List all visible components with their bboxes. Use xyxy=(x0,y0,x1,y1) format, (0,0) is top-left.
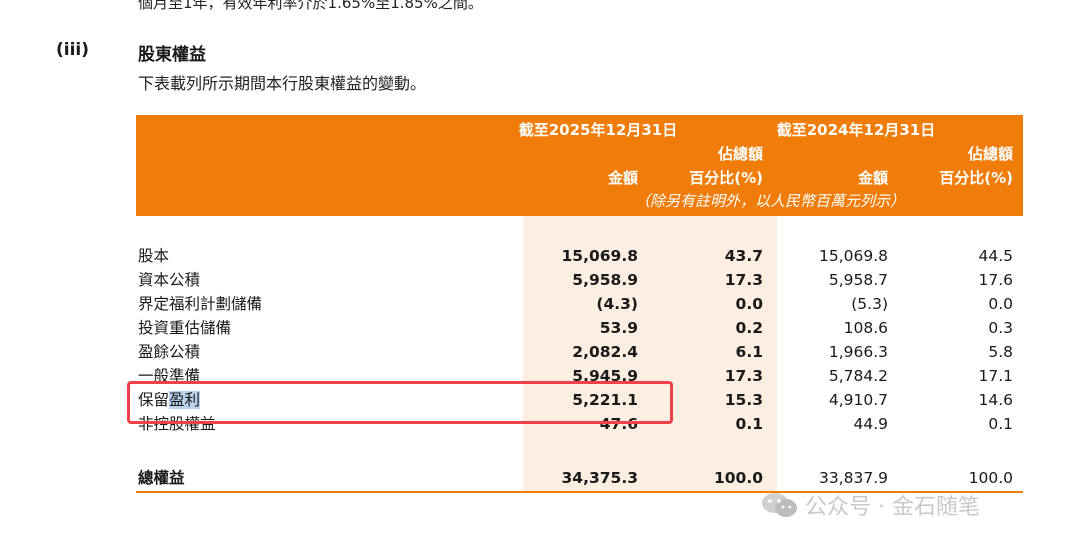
amount-2024: 44.9 xyxy=(853,415,888,433)
header-pct-2024-line2: 百分比(%) xyxy=(939,169,1013,187)
total-pct-2025: 100.0 xyxy=(713,469,763,487)
section-number: (iii) xyxy=(56,40,90,60)
pct-2025: 15.3 xyxy=(724,391,763,409)
table-header: 截至2025年12月31日 截至2024年12月31日 佔總額 佔總額 金額 百… xyxy=(136,115,1023,216)
pct-2024: 17.1 xyxy=(978,367,1013,385)
amount-2024: 5,784.2 xyxy=(828,367,888,385)
table-row-total: 總權益 34,375.3 100.0 33,837.9 100.0 xyxy=(136,466,1023,490)
amount-2025: 2,082.4 xyxy=(572,343,638,361)
amount-2024: 4,910.7 xyxy=(828,391,888,409)
header-period-2024: 截至2024年12月31日 xyxy=(776,121,936,139)
pct-2025: 0.1 xyxy=(735,415,763,433)
total-pct-2024: 100.0 xyxy=(968,469,1013,487)
amount-2024: 108.6 xyxy=(843,319,888,337)
previous-paragraph-tail: 個月至1年，有效年利率介於1.65%至1.85%之間。 xyxy=(138,0,483,12)
pct-2024: 44.5 xyxy=(978,247,1013,265)
table-row: 股本 15,069.8 43.7 15,069.8 44.5 xyxy=(136,244,1023,268)
table-row: 投資重估儲備 53.9 0.2 108.6 0.3 xyxy=(136,316,1023,340)
wechat-icon xyxy=(762,493,797,517)
row-label: 投資重估儲備 xyxy=(138,319,232,337)
amount-2024: 5,958.7 xyxy=(828,271,888,289)
table-row: 界定福利計劃儲備 (4.3) 0.0 (5.3) 0.0 xyxy=(136,292,1023,316)
pct-2025: 43.7 xyxy=(724,247,763,265)
header-unit-note: （除另有註明外，以人民幣百萬元列示） xyxy=(634,192,906,210)
table-row: 資本公積 5,958.9 17.3 5,958.7 17.6 xyxy=(136,268,1023,292)
header-period-2025: 截至2025年12月31日 xyxy=(518,121,678,139)
section-title: 股東權益 xyxy=(138,45,206,65)
row-label: 股本 xyxy=(138,247,170,265)
pct-2024: 17.6 xyxy=(978,271,1013,289)
amount-2025: 53.9 xyxy=(599,319,638,337)
pct-2025: 0.0 xyxy=(735,295,763,313)
header-amount-2024: 金額 xyxy=(857,169,888,187)
table-row: 盈餘公積 2,082.4 6.1 1,966.3 5.8 xyxy=(136,340,1023,364)
total-label: 總權益 xyxy=(138,469,185,487)
header-pct-2025-line2: 百分比(%) xyxy=(689,169,763,187)
pct-2024: 0.3 xyxy=(988,319,1013,337)
total-amount-2024: 33,837.9 xyxy=(818,469,888,487)
pct-2024: 0.0 xyxy=(988,295,1013,313)
pct-2025: 6.1 xyxy=(735,343,763,361)
total-amount-2025: 34,375.3 xyxy=(561,469,639,487)
row-label: 資本公積 xyxy=(138,271,201,289)
pct-2025: 17.3 xyxy=(724,271,763,289)
header-pct-2024-line1: 佔總額 xyxy=(967,145,1013,163)
amount-2025: 5,958.9 xyxy=(572,271,638,289)
header-amount-2025: 金額 xyxy=(607,169,638,187)
pct-2025: 0.2 xyxy=(735,319,763,337)
row-label: 盈餘公積 xyxy=(138,343,201,361)
amount-2025: (4.3) xyxy=(596,295,638,313)
amount-2024: 1,966.3 xyxy=(828,343,888,361)
section-description: 下表載列所示期間本行股東權益的變動。 xyxy=(138,74,427,93)
highlight-annotation-box xyxy=(127,381,673,424)
row-label: 界定福利計劃儲備 xyxy=(138,295,263,313)
amount-2025: 15,069.8 xyxy=(561,247,639,265)
header-pct-2025-line1: 佔總額 xyxy=(717,145,763,163)
amount-2024: 15,069.8 xyxy=(818,247,888,265)
pct-2025: 17.3 xyxy=(724,367,763,385)
watermark-text: 公众号 · 金石随笔 xyxy=(805,495,980,520)
amount-2024: (5.3) xyxy=(851,295,888,313)
pct-2024: 14.6 xyxy=(978,391,1013,409)
pct-2024: 5.8 xyxy=(988,343,1013,361)
pct-2024: 0.1 xyxy=(988,415,1013,433)
